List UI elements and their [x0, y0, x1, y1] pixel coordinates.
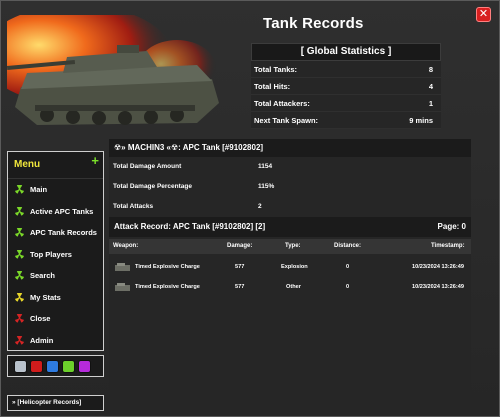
attack-table-header: Weapon: Damage: Type: Distance: Timestam…: [109, 239, 471, 254]
stat-row: Total Attackers: 1: [251, 95, 441, 112]
color-swatch-red[interactable]: [30, 359, 43, 373]
sidebar-item-label: My Stats: [30, 292, 61, 302]
sidebar-menu: Menu + Main Active APC Tanks APC Tank Re…: [7, 151, 104, 351]
close-button[interactable]: ✕: [476, 7, 491, 22]
sidebar-item-top-players[interactable]: Top Players: [8, 244, 103, 266]
sidebar-item-admin[interactable]: Admin: [8, 330, 103, 352]
sidebar-item-apc-tank-records[interactable]: APC Tank Records: [8, 222, 103, 244]
stat-label: Next Tank Spawn:: [254, 116, 319, 125]
record-label: Total Attacks: [113, 203, 154, 210]
color-swatch-purple[interactable]: [78, 359, 91, 373]
record-value: 2: [258, 203, 262, 210]
menu-title: Menu: [14, 159, 41, 170]
stat-value: 8: [428, 65, 433, 74]
record-value: 1154: [258, 163, 273, 170]
stat-label: Total Tanks:: [254, 65, 298, 74]
stat-value: 4: [428, 82, 433, 91]
color-picker: [7, 355, 104, 377]
sidebar-item-active-apc-tanks[interactable]: Active APC Tanks: [8, 201, 103, 223]
record-row: Total Damage Amount 1154: [109, 157, 471, 177]
record-row: Total Damage Percentage 115%: [109, 177, 471, 197]
color-swatch-gray[interactable]: [14, 359, 27, 373]
stat-value: 1: [428, 99, 433, 108]
record-row: Total Attacks 2: [109, 197, 471, 217]
record-value: 115%: [258, 183, 275, 190]
sidebar-item-my-stats[interactable]: My Stats: [8, 287, 103, 309]
record-label: Total Damage Amount: [113, 163, 182, 170]
sidebar-item-label: Top Players: [30, 249, 72, 259]
cell-weapon: Timed Explosive Charge: [135, 264, 200, 270]
window-title: Tank Records: [263, 15, 364, 32]
stat-row: Total Tanks: 8: [251, 61, 441, 78]
sidebar-item-label: Admin: [30, 335, 54, 345]
cell-distance: 0: [346, 284, 350, 290]
explosive-charge-icon: [115, 283, 130, 291]
table-row: Timed Explosive Charge 577 Other 0 10/23…: [109, 277, 471, 297]
add-icon[interactable]: +: [91, 153, 99, 168]
radiation-icon: [15, 228, 24, 237]
column-header-type: Type:: [285, 243, 301, 249]
radiation-icon: [15, 314, 24, 323]
stat-label: Total Hits:: [254, 82, 291, 91]
column-header-weapon: Weapon:: [113, 243, 139, 249]
sidebar-item-label: APC Tank Records: [30, 228, 97, 238]
cell-distance: 0: [346, 264, 350, 270]
record-label: Total Damage Percentage: [113, 183, 192, 190]
column-header-damage: Damage:: [227, 243, 253, 249]
sidebar-item-label: Active APC Tanks: [30, 206, 94, 216]
sidebar-item-label: Main: [30, 185, 48, 195]
radiation-icon: [15, 249, 24, 259]
global-statistics-heading: [ Global Statistics ]: [251, 43, 441, 61]
explosive-charge-icon: [115, 263, 130, 271]
color-swatch-green[interactable]: [62, 359, 75, 373]
radiation-icon: [15, 206, 24, 216]
helicopter-records-button[interactable]: » [Helicopter Records]: [7, 395, 104, 411]
radiation-icon: [15, 271, 24, 280]
attack-record-title: Attack Record: APC Tank [#9102802] [2]: [114, 222, 266, 231]
sidebar-item-label: Search: [30, 271, 56, 281]
tank-records-window: Tank Records ✕ [ Global Statistics ] Tot…: [0, 0, 500, 417]
global-statistics-panel: [ Global Statistics ] Total Tanks: 8 Tot…: [251, 43, 441, 129]
sidebar-item-label: Close: [30, 314, 51, 324]
column-header-distance: Distance:: [334, 243, 362, 249]
tank-record-detail: ☢» MACHIN3 «☢: APC Tank [#9102802] Total…: [109, 139, 471, 217]
stat-label: Total Attackers:: [254, 99, 310, 108]
cell-type: Explosion: [281, 264, 308, 270]
cell-damage: 577: [235, 264, 245, 270]
radiation-icon: [15, 292, 24, 302]
attack-record-heading: Attack Record: APC Tank [#9102802] [2] P…: [109, 217, 471, 237]
stat-value: 9 mins: [409, 116, 433, 125]
stat-row: Total Hits: 4: [251, 78, 441, 95]
cell-timestamp: 10/23/2024 13:26:49: [412, 284, 464, 290]
column-header-timestamp: Timestamp:: [431, 243, 465, 249]
color-swatch-blue[interactable]: [46, 359, 59, 373]
cell-timestamp: 10/23/2024 13:26:49: [412, 264, 464, 270]
page-indicator: Page: 0: [437, 222, 466, 231]
stat-row: Next Tank Spawn: 9 mins: [251, 112, 441, 129]
sidebar-item-main[interactable]: Main: [8, 179, 103, 201]
sidebar-item-search[interactable]: Search: [8, 265, 103, 287]
sidebar-item-close[interactable]: Close: [8, 308, 103, 330]
menu-header: Menu +: [8, 152, 103, 179]
radiation-icon: [15, 185, 24, 194]
apc-tank-image: [7, 15, 219, 125]
cell-weapon: Timed Explosive Charge: [135, 284, 200, 290]
cell-type: Other: [286, 284, 301, 290]
table-row: Timed Explosive Charge 577 Explosion 0 1…: [109, 257, 471, 277]
record-heading: ☢» MACHIN3 «☢: APC Tank [#9102802]: [109, 139, 471, 157]
radiation-icon: [15, 335, 24, 345]
cell-damage: 577: [235, 284, 245, 290]
